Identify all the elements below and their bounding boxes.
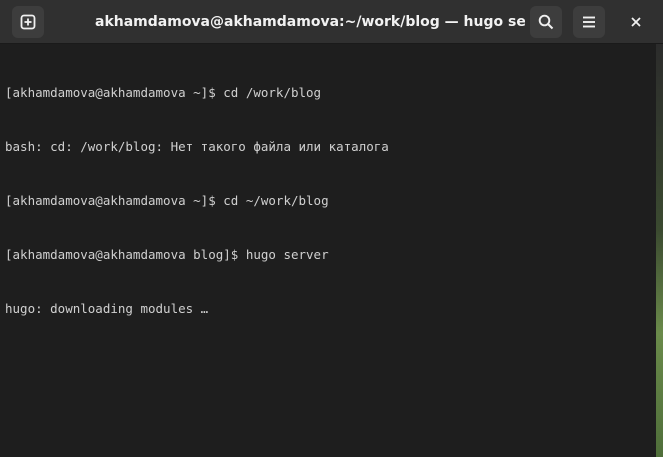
new-tab-button[interactable] <box>12 6 44 38</box>
search-button[interactable] <box>530 6 562 38</box>
terminal-window: akhamdamova@akhamdamova:~/work/blog — hu… <box>0 0 663 457</box>
terminal-line: [akhamdamova@akhamdamova blog]$ hugo ser… <box>5 247 329 262</box>
terminal-output[interactable]: [akhamdamova@akhamdamova ~]$ cd /work/bl… <box>0 44 656 457</box>
menu-button[interactable] <box>573 6 605 38</box>
close-icon <box>630 16 642 28</box>
terminal-line: bash: cd: /work/blog: Нет такого файла и… <box>5 139 389 154</box>
terminal-line: [akhamdamova@akhamdamova ~]$ cd ~/work/b… <box>5 193 329 208</box>
terminal-line: hugo: downloading modules … <box>5 301 209 316</box>
new-tab-icon <box>20 14 36 30</box>
hamburger-menu-icon <box>581 14 597 30</box>
window-title: akhamdamova@akhamdamova:~/work/blog — hu… <box>95 14 525 30</box>
terminal-line: [akhamdamova@akhamdamova ~]$ cd /work/bl… <box>5 85 322 100</box>
header-bar: akhamdamova@akhamdamova:~/work/blog — hu… <box>0 0 663 44</box>
scrollbar[interactable] <box>656 44 663 457</box>
search-icon <box>538 14 554 30</box>
close-button[interactable] <box>620 6 652 38</box>
